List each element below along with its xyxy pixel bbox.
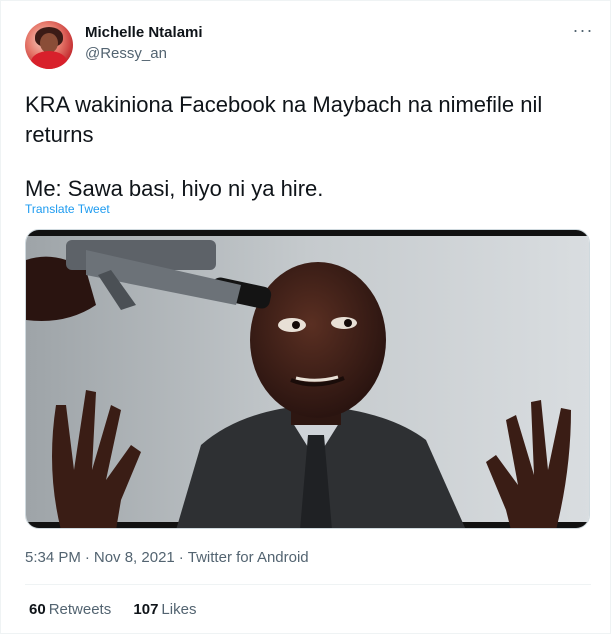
tweet-card: Michelle Ntalami @Ressy_an ··· KRA wakin… <box>0 0 611 634</box>
retweets-label: Retweets <box>48 601 112 618</box>
retweets-count: 60 <box>29 601 46 618</box>
meta-separator: · <box>178 549 184 566</box>
author-name[interactable]: Michelle Ntalami <box>85 24 203 41</box>
tweet-text-line-2: returns <box>25 122 94 147</box>
tweet-stats: 60 Retweets 107 Likes <box>29 601 214 618</box>
tweet-client[interactable]: Twitter for Android <box>188 549 309 566</box>
tweet-text-line-3: Me: Sawa basi, hiyo ni ya hire. <box>25 176 324 201</box>
meta-separator: · <box>84 549 90 566</box>
tweet-date[interactable]: Nov 8, 2021 <box>94 549 175 566</box>
author-avatar[interactable] <box>25 21 73 69</box>
author-handle[interactable]: @Ressy_an <box>85 45 167 62</box>
divider <box>25 584 591 585</box>
likes-label: Likes <box>161 601 197 618</box>
tweet-meta: 5:34 PM · Nov 8, 2021 · Twitter for Android <box>25 549 309 566</box>
avatar-face <box>40 33 58 53</box>
likes-count: 107 <box>133 601 159 618</box>
tweet-photo[interactable] <box>25 229 590 529</box>
translate-tweet-link[interactable]: Translate Tweet <box>25 202 110 216</box>
more-options-icon[interactable]: ··· <box>569 21 597 43</box>
tweet-time[interactable]: 5:34 PM <box>25 549 81 566</box>
meme-photo-illustration <box>26 230 589 528</box>
tweet-text-line-1: KRA wakiniona Facebook na Maybach na nim… <box>25 92 543 117</box>
likes-stat[interactable]: 107 Likes <box>133 601 196 618</box>
avatar-body <box>31 51 67 69</box>
retweets-stat[interactable]: 60 Retweets <box>29 601 111 618</box>
